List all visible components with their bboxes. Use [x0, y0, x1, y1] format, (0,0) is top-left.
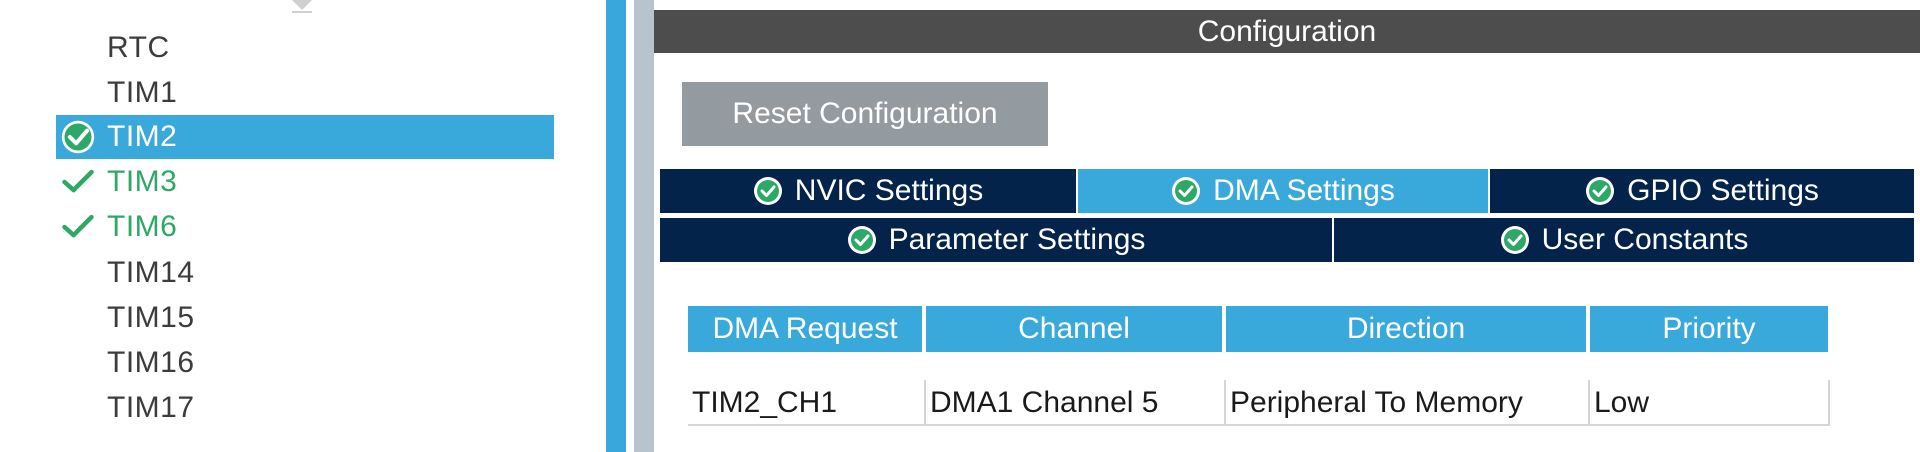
tree-item-tim1[interactable]: TIM1 [56, 71, 554, 115]
configuration-title: Configuration [654, 10, 1920, 53]
tab-gpio-settings[interactable]: GPIO Settings [1490, 169, 1914, 213]
tab-label: User Constants [1541, 223, 1749, 256]
tree-item-tim6[interactable]: TIM6 [56, 205, 554, 249]
tree-item-label: RTC [107, 31, 170, 64]
tree-item-tim15[interactable]: TIM15 [56, 296, 554, 340]
configuration-panel: Configuration Reset Configuration NVIC S… [654, 0, 1920, 452]
check-circle-icon [847, 226, 876, 254]
tab-label: Parameter Settings [888, 223, 1146, 256]
panel-splitter[interactable] [606, 0, 626, 452]
check-circle-icon [61, 120, 95, 154]
check-circle-icon [753, 177, 782, 205]
splitter-gap [626, 0, 634, 452]
tree-item-label: TIM15 [107, 301, 195, 334]
column-header-priority[interactable]: Priority [1590, 306, 1828, 352]
tree-item-label: TIM14 [107, 256, 195, 289]
check-icon [62, 214, 94, 238]
tab-dma-settings[interactable]: DMA Settings [1078, 169, 1488, 213]
tree-item-tim17[interactable]: TIM17 [56, 386, 554, 430]
tree-item-tim14[interactable]: TIM14 [56, 251, 554, 295]
tab-parameter-settings[interactable]: Parameter Settings [660, 218, 1332, 262]
tree-item-label: TIM16 [107, 346, 195, 379]
check-circle-icon [1586, 177, 1615, 205]
tab-label: DMA Settings [1213, 174, 1395, 207]
tree-item-label: TIM1 [107, 76, 178, 109]
panel-border [634, 0, 654, 452]
tree-item-label: TIM17 [107, 391, 195, 424]
tree-item-tim2[interactable]: TIM2 [56, 115, 554, 159]
tree-item-label: TIM2 [107, 120, 178, 153]
table-cell-priority[interactable]: Low [1590, 380, 1830, 426]
tree-item-rtc[interactable]: RTC [56, 26, 554, 70]
tab-nvic-settings[interactable]: NVIC Settings [660, 169, 1076, 213]
column-header-dma-request[interactable]: DMA Request [688, 306, 922, 352]
peripheral-tree: RTC TIM1 TIM2 TIM3 TIM6 TIM14 TIM15 TIM1… [0, 0, 606, 452]
check-circle-icon [1500, 226, 1529, 254]
tree-item-label: TIM6 [107, 210, 178, 243]
tab-label: GPIO Settings [1627, 174, 1819, 207]
tab-label: NVIC Settings [794, 174, 984, 207]
tab-user-constants[interactable]: User Constants [1334, 218, 1914, 262]
tree-item-tim3[interactable]: TIM3 [56, 160, 554, 204]
column-header-channel[interactable]: Channel [926, 306, 1222, 352]
check-circle-icon [1172, 177, 1201, 205]
table-cell-dma-request[interactable]: TIM2_CH1 [688, 380, 926, 426]
column-header-direction[interactable]: Direction [1226, 306, 1586, 352]
config-top-strip [654, 0, 1920, 10]
check-icon [62, 169, 94, 193]
table-cell-channel[interactable]: DMA1 Channel 5 [926, 380, 1226, 426]
scroll-up-arrow-icon[interactable] [290, 0, 314, 16]
table-cell-direction[interactable]: Peripheral To Memory [1226, 380, 1590, 426]
tree-item-tim16[interactable]: TIM16 [56, 341, 554, 385]
tree-item-label: TIM3 [107, 165, 178, 198]
reset-configuration-button[interactable]: Reset Configuration [682, 82, 1048, 146]
